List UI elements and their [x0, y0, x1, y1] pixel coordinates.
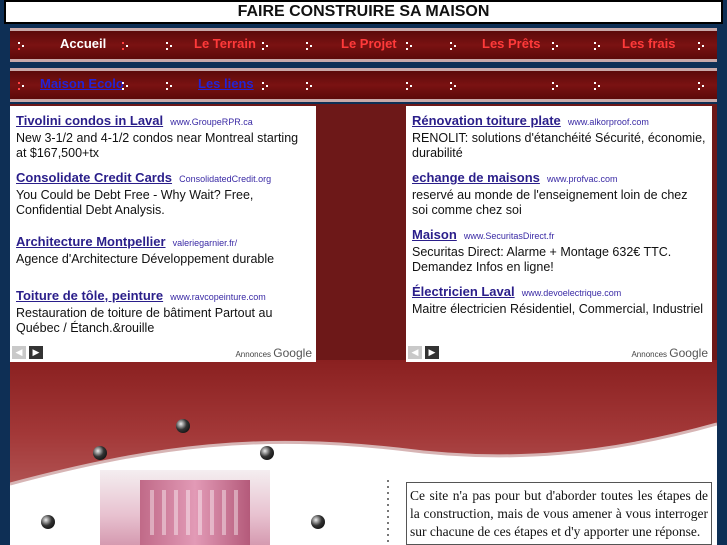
nav-dots-icon: [450, 82, 458, 90]
ad-description: Restauration de toiture de bâtiment Part…: [16, 306, 273, 335]
ad-url[interactable]: www.profvac.com: [547, 174, 618, 184]
decorative-ball: [41, 515, 55, 529]
ad-description: You Could be Debt Free - Why Wait? Free,…: [16, 188, 254, 217]
ad-item: Consolidate Credit Cards ConsolidatedCre…: [16, 167, 310, 218]
ad-url[interactable]: www.SecuritasDirect.fr: [464, 231, 555, 241]
arrow-right-icon[interactable]: ▶: [29, 346, 43, 359]
ad-title-link[interactable]: Architecture Montpellier: [16, 234, 166, 249]
nav-dots-icon: [262, 42, 270, 50]
ad-item: Architecture Montpellier valeriegarnier.…: [16, 231, 310, 267]
nav-dots-icon: [406, 82, 414, 90]
ad-url[interactable]: valeriegarnier.fr/: [173, 238, 238, 248]
nav-dots-icon: [122, 82, 130, 90]
ad-item: echange de maisons www.profvac.com reser…: [412, 167, 706, 218]
ad-title-link[interactable]: Toiture de tôle, peinture: [16, 288, 163, 303]
ad-url[interactable]: www.ravcopeinture.com: [170, 292, 266, 302]
nav-bar-primary: Accueil Le Terrain Le Projet Les Prêts L…: [10, 28, 717, 62]
ad-box-right: Rénovation toiture plate www.alkorproof.…: [406, 106, 712, 362]
nav-item-les-prets[interactable]: Les Prêts: [482, 36, 541, 51]
ad-description: Agence d'Architecture Développement dura…: [16, 252, 275, 266]
nav-dots-icon: [594, 42, 602, 50]
ad-description: RENOLIT: solutions d'étanchéité Sécurité…: [412, 131, 706, 160]
nav-dots-icon: [166, 42, 174, 50]
ad-item: Électricien Laval www.devoelectrique.com…: [412, 281, 706, 317]
nav-item-accueil[interactable]: Accueil: [60, 36, 106, 51]
nav-bar-secondary: Maison Ecolo Les liens: [10, 68, 717, 102]
nav-dots-icon: [18, 82, 26, 90]
ad-item: Tivolini condos in Laval www.GroupeRPR.c…: [16, 110, 310, 161]
arrow-left-icon[interactable]: ◀: [12, 346, 26, 359]
ad-description: New 3-1/2 and 4-1/2 condos near Montreal…: [16, 131, 299, 160]
nav-dots-icon: [306, 82, 314, 90]
ad-item: Rénovation toiture plate www.alkorproof.…: [412, 110, 706, 161]
nav-dots-icon: [122, 42, 130, 50]
ad-title-link[interactable]: Tivolini condos in Laval: [16, 113, 163, 128]
ad-url[interactable]: www.devoelectrique.com: [522, 288, 622, 298]
intro-text: Ce site n'a pas pour but d'aborder toute…: [410, 488, 708, 539]
ad-title-link[interactable]: echange de maisons: [412, 170, 540, 185]
nav-dots-icon: [262, 82, 270, 90]
house-photo: [100, 470, 270, 545]
arrow-right-icon[interactable]: ▶: [425, 346, 439, 359]
nav-dots-icon: [698, 42, 706, 50]
nav-item-le-terrain[interactable]: Le Terrain: [194, 36, 256, 51]
ad-url[interactable]: ConsolidatedCredit.org: [179, 174, 271, 184]
decorative-ball: [311, 515, 325, 529]
house-building-image: [140, 480, 250, 545]
annonces-google-label[interactable]: Annonces Google: [235, 346, 312, 360]
intro-text-box: Ce site n'a pas pour but d'aborder toute…: [406, 482, 712, 545]
ad-item: Maison www.SecuritasDirect.fr Securitas …: [412, 224, 706, 275]
nav-dots-icon: [552, 82, 560, 90]
ad-url[interactable]: www.GroupeRPR.ca: [170, 117, 253, 127]
nav-dots-icon: [306, 42, 314, 50]
nav-dots-icon: [166, 82, 174, 90]
nav-item-le-projet[interactable]: Le Projet: [341, 36, 397, 51]
dotted-separator: [382, 478, 396, 545]
nav-dots-icon: [450, 42, 458, 50]
ad-footer: ◀ ▶ Annonces Google: [10, 346, 316, 360]
ad-url[interactable]: www.alkorproof.com: [568, 117, 649, 127]
ad-box-left: Tivolini condos in Laval www.GroupeRPR.c…: [10, 106, 316, 362]
ad-description: Maitre électricien Résidentiel, Commerci…: [412, 302, 704, 316]
arrow-left-icon[interactable]: ◀: [408, 346, 422, 359]
ad-item: Toiture de tôle, peinture www.ravcopeint…: [16, 285, 310, 336]
site-title: FAIRE CONSTRUIRE SA MAISON: [237, 3, 490, 20]
ad-description: reservé au monde de l'enseignement loin …: [412, 188, 688, 217]
decorative-ball: [260, 446, 274, 460]
nav-dots-icon: [698, 82, 706, 90]
ad-title-link[interactable]: Électricien Laval: [412, 284, 515, 299]
nav-item-maison-ecolo[interactable]: Maison Ecolo: [40, 76, 124, 91]
nav-item-les-liens[interactable]: Les liens: [198, 76, 254, 91]
page: FAIRE CONSTRUIRE SA MAISON Accueil Le Te…: [0, 0, 727, 545]
nav-dots-icon: [594, 82, 602, 90]
ad-description: Securitas Direct: Alarme + Montage 632€ …: [412, 245, 672, 274]
nav-item-les-frais[interactable]: Les frais: [622, 36, 675, 51]
nav-dots-icon: [18, 42, 26, 50]
decorative-ball: [93, 446, 107, 460]
nav-dots-icon: [406, 42, 414, 50]
nav-dots-icon: [552, 42, 560, 50]
ad-title-link[interactable]: Maison: [412, 227, 457, 242]
ad-title-link[interactable]: Rénovation toiture plate: [412, 113, 561, 128]
annonces-google-label[interactable]: Annonces Google: [631, 346, 708, 360]
ad-title-link[interactable]: Consolidate Credit Cards: [16, 170, 172, 185]
decorative-ball: [176, 419, 190, 433]
site-title-bar: FAIRE CONSTRUIRE SA MAISON: [4, 0, 723, 24]
ad-footer: ◀ ▶ Annonces Google: [406, 346, 712, 360]
